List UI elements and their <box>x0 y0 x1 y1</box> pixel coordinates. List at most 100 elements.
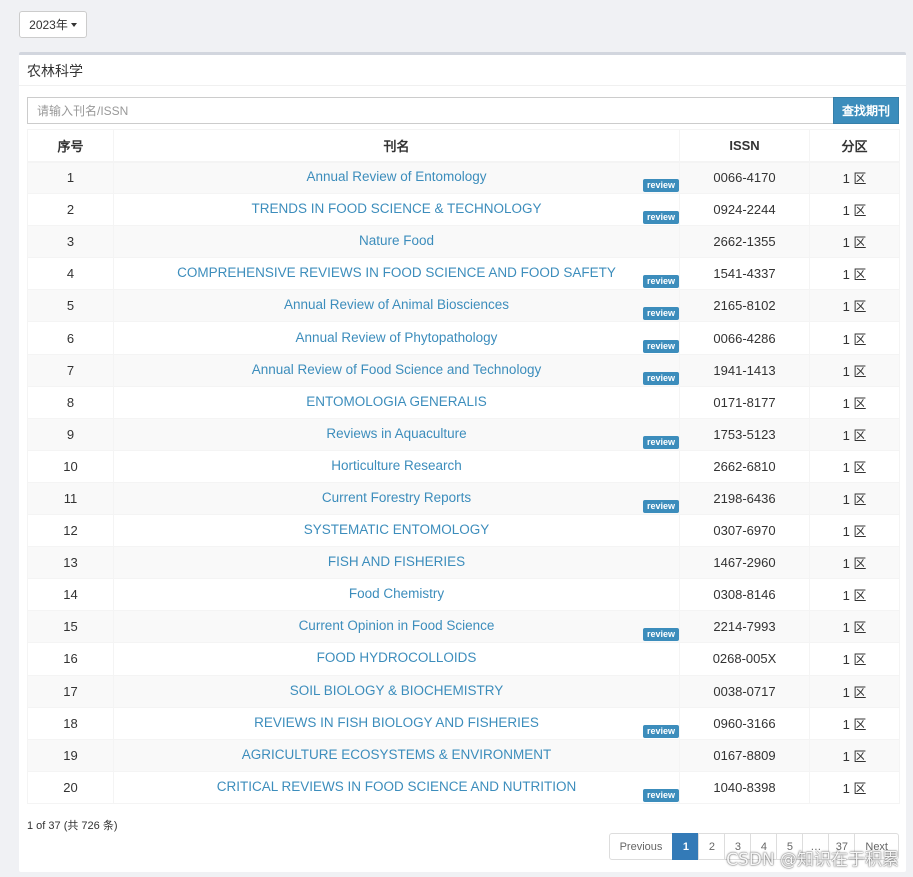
header-index[interactable]: 序号 <box>27 129 114 163</box>
row-name-cell: Reviews in Aquaculture review <box>113 417 680 451</box>
row-name-cell: Annual Review of Food Science and Techno… <box>113 353 680 387</box>
journal-link[interactable]: FISH AND FISHERIES <box>328 554 465 569</box>
row-issn: 2662-1355 <box>679 225 810 259</box>
table-row: 14 Food Chemistry 0308-8146 1 区 <box>27 578 900 612</box>
review-badge: review <box>642 339 679 353</box>
row-index: 20 <box>27 770 114 804</box>
journal-link[interactable]: Food Chemistry <box>349 586 444 601</box>
row-issn: 2165-8102 <box>679 289 810 323</box>
row-index: 5 <box>27 289 114 323</box>
review-badge: review <box>642 307 679 321</box>
row-name-cell: SOIL BIOLOGY & BIOCHEMISTRY <box>113 674 680 708</box>
journal-link[interactable]: SOIL BIOLOGY & BIOCHEMISTRY <box>290 683 504 698</box>
search-input[interactable] <box>27 97 833 124</box>
journal-link[interactable]: CRITICAL REVIEWS IN FOOD SCIENCE AND NUT… <box>217 779 577 794</box>
journal-link[interactable]: Reviews in Aquaculture <box>326 426 466 441</box>
row-zone: 1 区 <box>809 770 900 804</box>
row-zone: 1 区 <box>809 738 900 772</box>
row-index: 16 <box>27 642 114 676</box>
row-index: 6 <box>27 321 114 355</box>
row-index: 19 <box>27 738 114 772</box>
row-zone: 1 区 <box>809 193 900 227</box>
journal-link[interactable]: SYSTEMATIC ENTOMOLOGY <box>304 522 490 537</box>
review-badge: review <box>642 179 679 193</box>
journal-link[interactable]: Annual Review of Entomology <box>306 169 486 184</box>
row-index: 12 <box>27 514 114 548</box>
panel-divider <box>19 85 906 86</box>
review-badge: review <box>642 628 679 642</box>
row-index: 13 <box>27 546 114 580</box>
table-row: 4 COMPREHENSIVE REVIEWS IN FOOD SCIENCE A… <box>27 257 900 291</box>
journal-link[interactable]: Annual Review of Animal Biosciences <box>284 297 509 312</box>
row-name-cell: Annual Review of Phytopathology review <box>113 321 680 355</box>
journal-link[interactable]: Horticulture Research <box>331 458 462 473</box>
table-row: 15 Current Opinion in Food Science review 2… <box>27 610 900 644</box>
table-row: 19 AGRICULTURE ECOSYSTEMS & ENVIRONMENT 01… <box>27 738 900 772</box>
caret-down-icon <box>70 22 77 27</box>
row-name-cell: Horticulture Research <box>113 449 680 483</box>
table-row: 10 Horticulture Research 2662-6810 1 区 <box>27 449 900 483</box>
row-issn: 0066-4286 <box>679 321 810 355</box>
row-name-cell: Annual Review of Animal Biosciences revie… <box>113 289 680 323</box>
row-index: 3 <box>27 225 114 259</box>
review-badge: review <box>642 211 679 225</box>
journal-link[interactable]: Current Opinion in Food Science <box>299 618 495 633</box>
row-issn: 1040-8398 <box>679 770 810 804</box>
row-name-cell: FOOD HYDROCOLLOIDS <box>113 642 680 676</box>
header-issn[interactable]: ISSN <box>679 129 810 163</box>
row-zone: 1 区 <box>809 610 900 644</box>
row-issn: 0038-0717 <box>679 674 810 708</box>
journal-link[interactable]: Annual Review of Phytopathology <box>296 330 498 345</box>
row-zone: 1 区 <box>809 353 900 387</box>
review-badge: review <box>642 788 679 802</box>
page-button[interactable]: 1 <box>672 833 700 860</box>
year-dropdown-button[interactable]: 2023年 <box>19 11 87 38</box>
row-zone: 1 区 <box>809 578 900 612</box>
review-badge: review <box>642 500 679 514</box>
row-zone: 1 区 <box>809 481 900 516</box>
row-name-cell: Annual Review of Entomology review <box>113 160 680 195</box>
table-row: 20 CRITICAL REVIEWS IN FOOD SCIENCE AND N… <box>27 770 900 804</box>
row-zone: 1 区 <box>809 257 900 291</box>
page-button[interactable]: 2 <box>698 833 726 860</box>
row-issn: 0308-8146 <box>679 578 810 612</box>
journal-link[interactable]: Nature Food <box>359 233 434 248</box>
journal-link[interactable]: Annual Review of Food Science and Techno… <box>252 362 541 377</box>
row-issn: 0171-8177 <box>679 385 810 419</box>
journal-link[interactable]: ENTOMOLOGIA GENERALIS <box>306 394 487 409</box>
table-row: 1 Annual Review of Entomology review 0066-4… <box>27 160 900 195</box>
year-label: 2023年 <box>29 18 68 32</box>
header-name[interactable]: 刊名 <box>113 129 680 163</box>
row-index: 11 <box>27 481 114 516</box>
row-issn: 1467-2960 <box>679 546 810 580</box>
row-zone: 1 区 <box>809 674 900 708</box>
journal-link[interactable]: FOOD HYDROCOLLOIDS <box>317 650 477 665</box>
journal-table: 序号 刊名 ISSN 分区 1 Annual Review of Entomolo… <box>27 129 900 804</box>
journal-link[interactable]: REVIEWS IN FISH BIOLOGY AND FISHERIES <box>254 715 539 730</box>
search-button[interactable]: 查找期刊 <box>833 97 899 124</box>
table-row: 7 Annual Review of Food Science and Techn… <box>27 353 900 387</box>
table-row: 9 Reviews in Aquaculture review 1753-5123 1 … <box>27 417 900 451</box>
row-index: 10 <box>27 449 114 483</box>
row-index: 2 <box>27 193 114 227</box>
row-name-cell: TRENDS IN FOOD SCIENCE & TECHNOLOGY revie… <box>113 193 680 227</box>
header-zone[interactable]: 分区 <box>809 129 900 163</box>
row-index: 4 <box>27 257 114 291</box>
journal-link[interactable]: COMPREHENSIVE REVIEWS IN FOOD SCIENCE AN… <box>177 265 616 280</box>
review-badge: review <box>642 435 679 449</box>
row-name-cell: ENTOMOLOGIA GENERALIS <box>113 385 680 419</box>
row-name-cell: Nature Food <box>113 225 680 259</box>
row-name-cell: Current Forestry Reports review <box>113 481 680 516</box>
row-zone: 1 区 <box>809 417 900 451</box>
pagination-summary: 1 of 37 (共 726 条) <box>27 820 118 832</box>
row-index: 14 <box>27 578 114 612</box>
row-issn: 0960-3166 <box>679 706 810 740</box>
journal-link[interactable]: TRENDS IN FOOD SCIENCE & TECHNOLOGY <box>251 201 541 216</box>
journal-link[interactable]: AGRICULTURE ECOSYSTEMS & ENVIRONMENT <box>242 747 552 762</box>
journal-link[interactable]: Current Forestry Reports <box>322 490 471 505</box>
row-index: 1 <box>27 160 114 195</box>
row-issn: 1541-4337 <box>679 257 810 291</box>
previous-page-button[interactable]: Previous <box>608 833 674 860</box>
row-issn: 2214-7993 <box>679 610 810 644</box>
table-header-row: 序号 刊名 ISSN 分区 <box>27 129 900 163</box>
